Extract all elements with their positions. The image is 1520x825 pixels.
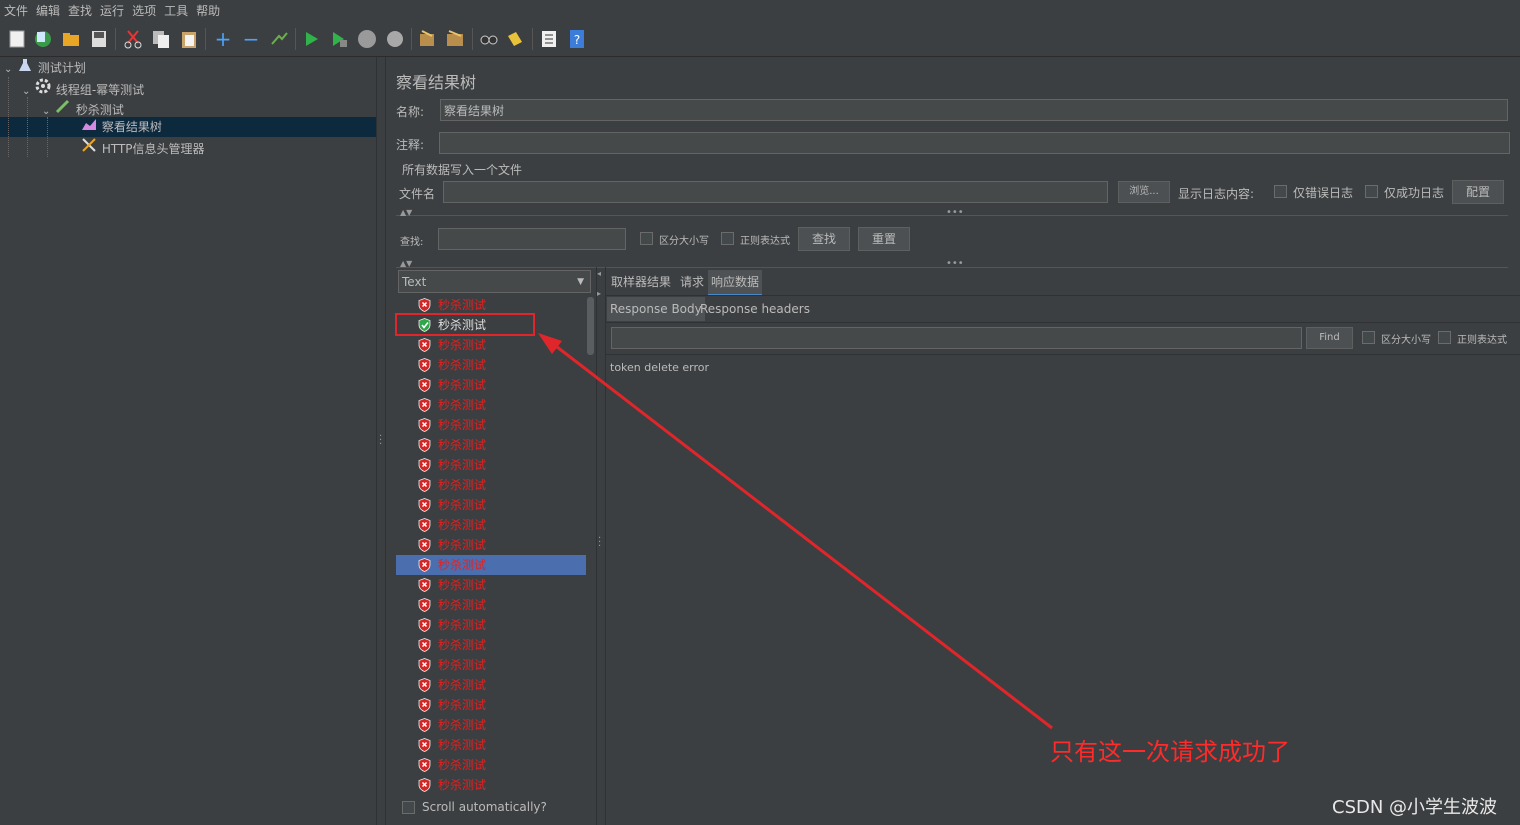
- annotation-text: 只有这一次请求成功了: [1050, 738, 1290, 766]
- annotation-arrow: [538, 333, 1053, 730]
- watermark: CSDN @小学生波波: [1332, 797, 1498, 818]
